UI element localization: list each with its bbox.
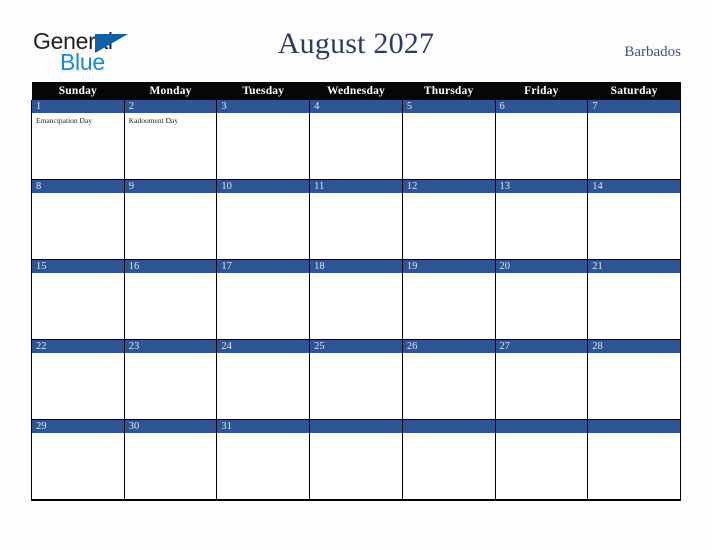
day-content-row: Emancipation Day Kadooment Day [31,113,681,180]
date-number-cell[interactable]: 23 [123,339,218,353]
date-number-cell[interactable]: 6 [494,100,589,113]
day-cell[interactable] [401,353,496,420]
weekday-header-row: Sunday Monday Tuesday Wednesday Thursday… [31,82,681,100]
date-number-cell[interactable]: 4 [309,100,403,113]
date-number-cell [309,419,403,433]
day-cell-empty [587,433,681,501]
date-number-cell[interactable]: 25 [309,339,403,353]
date-number-cell [494,419,589,433]
date-number-cell[interactable]: 8 [31,179,125,193]
day-content-row [31,193,681,260]
day-cell[interactable] [31,433,125,501]
day-cell[interactable] [401,193,496,260]
day-cell[interactable] [123,353,218,420]
date-number-cell[interactable]: 31 [216,419,311,433]
date-number-cell[interactable]: 11 [309,179,403,193]
day-cell[interactable] [31,353,125,420]
day-cell[interactable] [216,273,311,340]
date-number-cell[interactable]: 26 [401,339,496,353]
date-number-cell[interactable]: 1 [31,100,125,113]
weekday-header-friday: Friday [495,82,588,100]
day-cell[interactable] [123,433,218,501]
date-number-cell[interactable]: 19 [401,259,496,273]
weekday-header-tuesday: Tuesday [216,82,310,100]
date-number-cell[interactable]: 3 [216,100,311,113]
day-cell[interactable] [587,193,681,260]
day-cell[interactable]: Emancipation Day [31,113,125,180]
day-cell[interactable] [494,193,589,260]
calendar-page: General Blue August 2027 Barbados Sunday… [0,0,712,550]
day-cell[interactable] [401,273,496,340]
date-number-cell[interactable]: 7 [587,100,681,113]
day-cell-empty [401,433,496,501]
day-cell[interactable] [587,113,681,180]
day-cell[interactable] [123,193,218,260]
day-cell[interactable] [31,193,125,260]
weekday-header-thursday: Thursday [402,82,496,100]
date-number-cell[interactable]: 10 [216,179,311,193]
date-number-cell[interactable]: 20 [494,259,589,273]
page-title: August 2027 [277,27,435,60]
day-cell[interactable] [216,113,311,180]
date-number-cell[interactable]: 22 [31,339,125,353]
date-number-cell[interactable]: 17 [216,259,311,273]
day-cell[interactable] [309,113,403,180]
day-cell[interactable] [216,353,311,420]
day-cell[interactable] [494,113,589,180]
date-number-cell[interactable]: 29 [31,419,125,433]
region-label: Barbados [624,44,681,60]
day-content-row [31,353,681,420]
weekday-header-wednesday: Wednesday [309,82,403,100]
day-cell[interactable]: Kadooment Day [123,113,218,180]
weekday-header-monday: Monday [124,82,217,100]
date-number-cell[interactable]: 18 [309,259,403,273]
date-number-cell[interactable]: 2 [123,100,218,113]
calendar-weekday-header: Sunday Monday Tuesday Wednesday Thursday… [31,82,681,100]
day-cell[interactable] [309,273,403,340]
day-cell[interactable] [309,353,403,420]
date-number-cell [401,419,496,433]
date-number-cell[interactable]: 13 [494,179,589,193]
weekday-header-sunday: Sunday [31,82,125,100]
day-cell[interactable] [216,193,311,260]
date-number-cell[interactable]: 30 [123,419,218,433]
weekday-header-saturday: Saturday [587,82,681,100]
date-number-row: 22 23 24 25 26 27 28 [31,339,681,353]
date-number-cell[interactable]: 15 [31,259,125,273]
day-content-row [31,273,681,340]
date-number-cell[interactable]: 21 [587,259,681,273]
day-cell[interactable] [309,193,403,260]
date-number-cell[interactable]: 5 [401,100,496,113]
event-label: Kadooment Day [128,116,179,125]
date-number-row: 15 16 17 18 19 20 21 [31,259,681,273]
date-number-cell[interactable]: 16 [123,259,218,273]
day-cell[interactable] [494,273,589,340]
date-number-cell[interactable]: 24 [216,339,311,353]
calendar-body: 1 2 3 4 5 6 7 Emancipation Day Kadooment… [31,100,681,501]
date-number-cell[interactable]: 14 [587,179,681,193]
day-cell[interactable] [216,433,311,501]
calendar-grid: Sunday Monday Tuesday Wednesday Thursday… [31,82,681,501]
day-cell[interactable] [587,273,681,340]
date-number-row: 8 9 10 11 12 13 14 [31,179,681,193]
date-number-cell[interactable]: 28 [587,339,681,353]
page-header: General Blue August 2027 Barbados [0,0,712,82]
day-cell[interactable] [123,273,218,340]
day-cell[interactable] [587,353,681,420]
day-cell-empty [309,433,403,501]
day-content-row [31,433,681,501]
day-cell-empty [494,433,589,501]
event-label: Emancipation Day [36,116,93,125]
day-cell[interactable] [31,273,125,340]
date-number-row: 1 2 3 4 5 6 7 [31,100,681,113]
day-cell[interactable] [401,113,496,180]
date-number-cell[interactable]: 12 [401,179,496,193]
day-cell[interactable] [494,353,589,420]
date-number-row: 29 30 31 [31,419,681,433]
date-number-cell [587,419,681,433]
date-number-cell[interactable]: 27 [494,339,589,353]
date-number-cell[interactable]: 9 [123,179,218,193]
